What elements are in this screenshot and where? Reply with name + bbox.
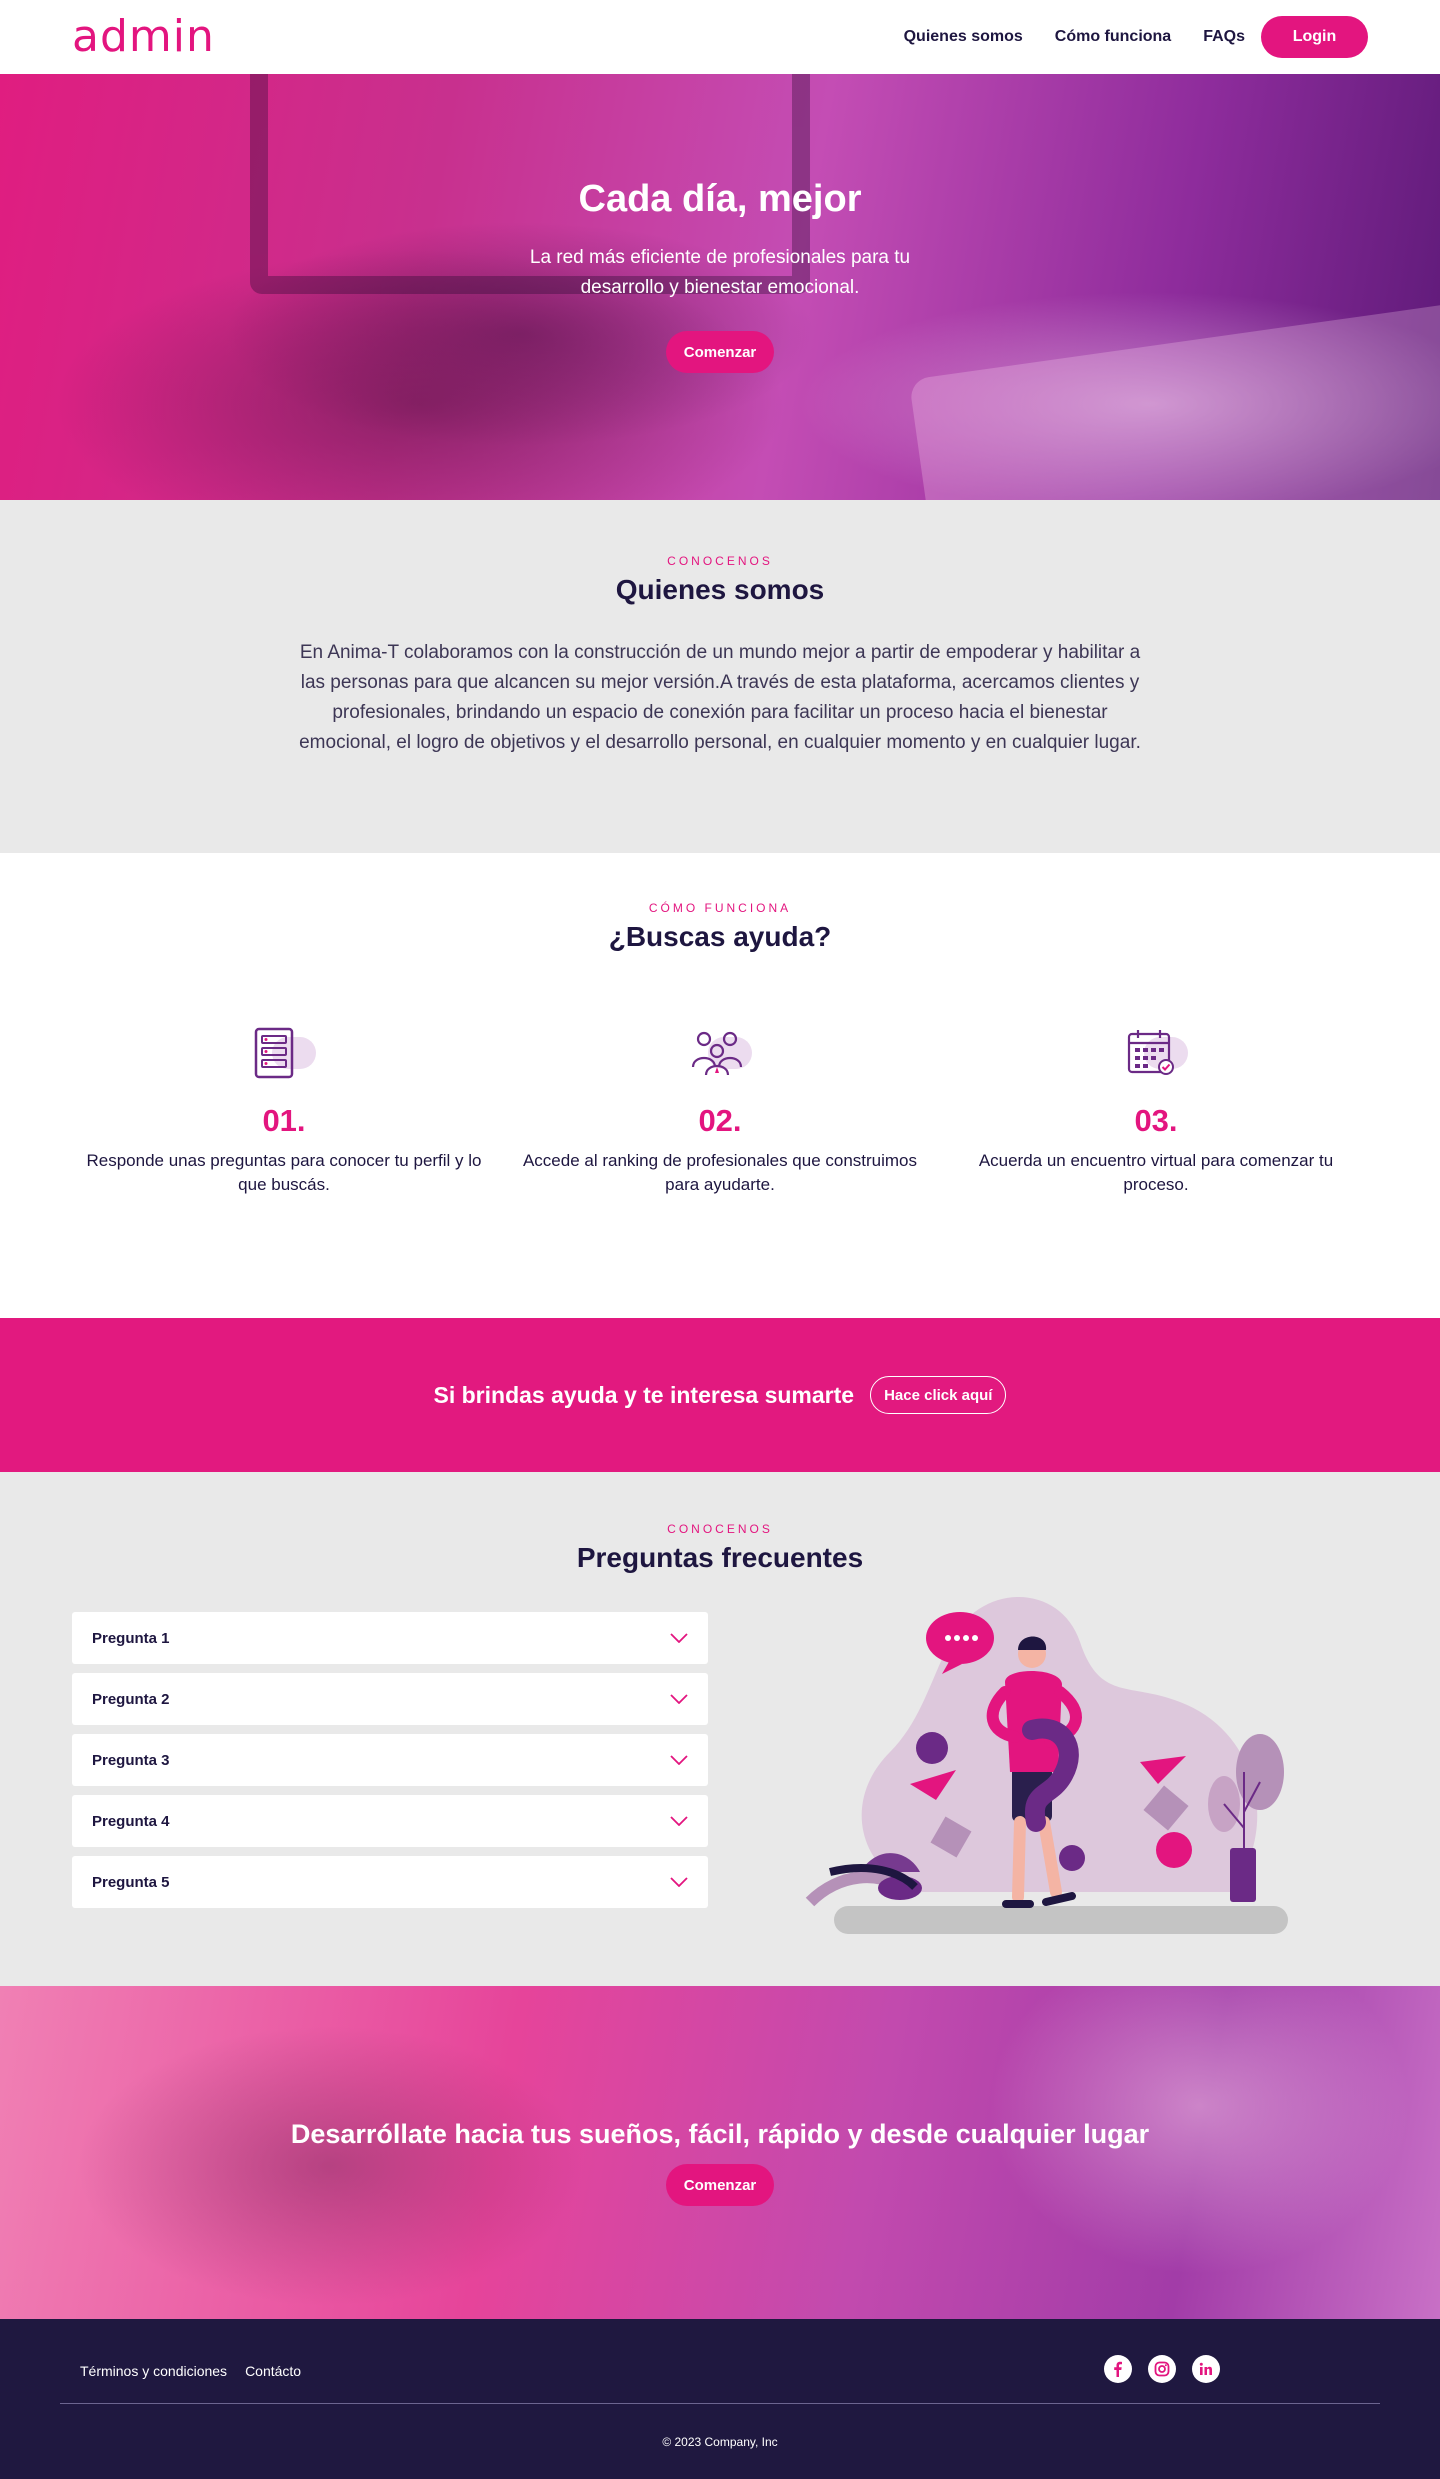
about-section: CONOCENOS Quienes somos En Anima-T colab… bbox=[0, 500, 1440, 853]
bottom-cta-title: Desarróllate hacia tus sueños, fácil, rá… bbox=[290, 2119, 1150, 2149]
faq-item-1[interactable]: Pregunta 1 bbox=[72, 1612, 708, 1664]
nav-link-faqs[interactable]: FAQs bbox=[1203, 28, 1245, 46]
footer-link-terms[interactable]: Términos y condiciones bbox=[80, 2363, 227, 2379]
step-2: 02. Accede al ranking de profesionales q… bbox=[520, 1023, 920, 1197]
hero-title: Cada día, mejor bbox=[578, 178, 862, 220]
top-nav: admin Quienes somos Cómo funciona FAQs L… bbox=[0, 0, 1440, 74]
footer-links: Términos y condiciones Contácto bbox=[80, 2363, 319, 2379]
about-title: Quienes somos bbox=[615, 574, 825, 605]
chevron-down-icon bbox=[670, 1755, 688, 1765]
faq-item-4[interactable]: Pregunta 4 bbox=[72, 1795, 708, 1847]
facebook-icon[interactable] bbox=[1104, 2355, 1132, 2383]
faq-item-3[interactable]: Pregunta 3 bbox=[72, 1734, 708, 1786]
faq-item-2[interactable]: Pregunta 2 bbox=[72, 1673, 708, 1725]
faq-question: Pregunta 5 bbox=[92, 1873, 170, 1891]
nav-link-quienes-somos[interactable]: Quienes somos bbox=[904, 28, 1023, 46]
faq-question: Pregunta 1 bbox=[92, 1629, 170, 1647]
step-text: Responde unas preguntas para conocer tu … bbox=[86, 1151, 482, 1194]
footer-divider bbox=[60, 2403, 1380, 2404]
hero-subtitle: La red más eficiente de profesionales pa… bbox=[529, 247, 911, 298]
join-click-here-button[interactable]: Hace click aquí bbox=[870, 1376, 1007, 1414]
calendar-icon bbox=[1116, 1023, 1196, 1083]
social-links bbox=[1088, 2355, 1220, 2383]
faq-eyebrow: CONOCENOS bbox=[667, 1522, 773, 1536]
faq-item-5[interactable]: Pregunta 5 bbox=[72, 1856, 708, 1908]
hero-start-button[interactable]: Comenzar bbox=[665, 331, 775, 373]
faq-question: Pregunta 3 bbox=[92, 1751, 170, 1769]
bottom-cta-section: Desarróllate hacia tus sueños, fácil, rá… bbox=[0, 1986, 1440, 2319]
step-number: 03. bbox=[1134, 1103, 1178, 1138]
chevron-down-icon bbox=[670, 1877, 688, 1887]
about-text: En Anima-T colaboramos con la construcci… bbox=[299, 642, 1141, 753]
linkedin-icon[interactable] bbox=[1192, 2355, 1220, 2383]
about-eyebrow: CONOCENOS bbox=[667, 554, 773, 568]
join-banner: Si brindas ayuda y te interesa sumarte H… bbox=[0, 1318, 1440, 1472]
bottom-start-button[interactable]: Comenzar bbox=[665, 2164, 775, 2206]
step-1: 01. Responde unas preguntas para conocer… bbox=[84, 1023, 484, 1197]
copyright: © 2023 Company, Inc bbox=[662, 2435, 778, 2449]
how-title: ¿Buscas ayuda? bbox=[608, 921, 832, 952]
nav-links: Quienes somos Cómo funciona FAQs Login bbox=[872, 16, 1368, 58]
step-text: Accede al ranking de profesionales que c… bbox=[522, 1151, 918, 1194]
step-3: 03. Acuerda un encuentro virtual para co… bbox=[956, 1023, 1356, 1197]
form-icon bbox=[244, 1023, 324, 1083]
faq-section: CONOCENOS Preguntas frecuentes Pregunta … bbox=[0, 1472, 1440, 1986]
step-number: 01. bbox=[262, 1103, 306, 1138]
nav-link-como-funciona[interactable]: Cómo funciona bbox=[1055, 28, 1171, 46]
chevron-down-icon bbox=[670, 1633, 688, 1643]
hero-background-book bbox=[908, 302, 1440, 500]
instagram-icon[interactable] bbox=[1148, 2355, 1176, 2383]
professionals-icon bbox=[680, 1023, 760, 1083]
how-it-works-section: CÓMO FUNCIONA ¿Buscas ayuda? 01. Respond… bbox=[0, 853, 1440, 1318]
chevron-down-icon bbox=[670, 1816, 688, 1826]
step-number: 02. bbox=[698, 1103, 742, 1138]
faq-question: Pregunta 2 bbox=[92, 1690, 170, 1708]
how-eyebrow: CÓMO FUNCIONA bbox=[648, 901, 792, 915]
chevron-down-icon bbox=[670, 1694, 688, 1704]
hero-section: Cada día, mejor La red más eficiente de … bbox=[0, 74, 1440, 500]
step-text: Acuerda un encuentro virtual para comenz… bbox=[978, 1151, 1334, 1194]
faq-list: Pregunta 1 Pregunta 2 Pregunta 3 Pregunt… bbox=[72, 1612, 708, 1917]
footer-link-contact[interactable]: Contácto bbox=[245, 2363, 301, 2379]
join-text: Si brindas ayuda y te interesa sumarte bbox=[433, 1381, 855, 1408]
login-button[interactable]: Login bbox=[1261, 16, 1368, 58]
logo[interactable]: admin bbox=[72, 15, 215, 59]
faq-question: Pregunta 4 bbox=[92, 1812, 170, 1830]
footer: Términos y condiciones Contácto © 2023 C… bbox=[0, 2319, 1440, 2479]
faq-title: Preguntas frecuentes bbox=[576, 1542, 864, 1573]
steps-list: 01. Responde unas preguntas para conocer… bbox=[0, 1023, 1440, 1197]
faq-illustration bbox=[805, 1597, 1288, 1934]
